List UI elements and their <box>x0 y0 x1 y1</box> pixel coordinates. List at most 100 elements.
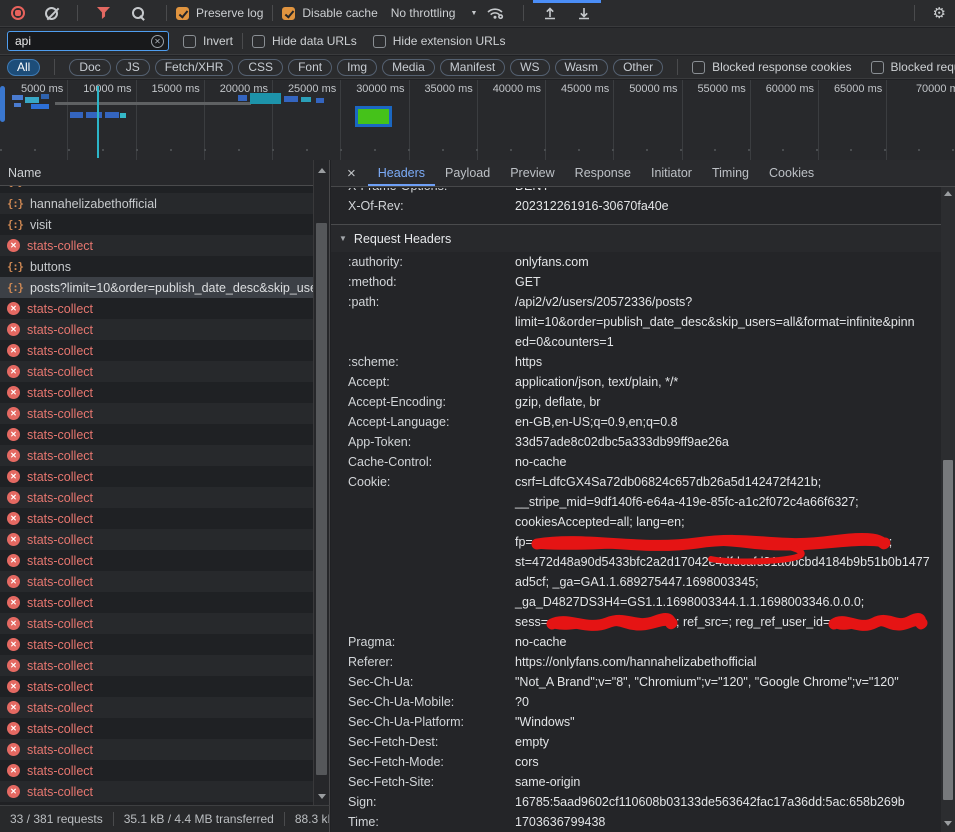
scroll-down-icon[interactable] <box>318 794 326 799</box>
filter-pill-media[interactable]: Media <box>382 59 435 76</box>
scroll-down-icon[interactable] <box>944 821 952 826</box>
preserve-log-checkbox[interactable]: Preserve log <box>176 6 263 20</box>
request-row[interactable]: ✕stats-collect <box>0 697 329 718</box>
invert-checkbox[interactable]: Invert <box>183 34 233 48</box>
tab-initiator[interactable]: Initiator <box>641 160 702 186</box>
filter-input[interactable] <box>7 31 169 51</box>
hide-extension-urls-checkbox[interactable]: Hide extension URLs <box>373 34 506 48</box>
request-list-scrollbar[interactable] <box>313 160 329 805</box>
header-value: https <box>515 352 941 372</box>
scrollbar-thumb[interactable] <box>316 223 327 775</box>
checkbox-unchecked-icon <box>252 35 265 48</box>
request-row[interactable]: {:}init <box>0 186 329 193</box>
filter-pill-ws[interactable]: WS <box>510 59 549 76</box>
request-row[interactable]: {:}buttons <box>0 256 329 277</box>
clear-filter-icon[interactable]: ✕ <box>151 35 164 48</box>
scroll-up-icon[interactable] <box>944 191 952 196</box>
request-row[interactable]: ✕stats-collect <box>0 340 329 361</box>
filter-pill-other[interactable]: Other <box>613 59 663 76</box>
filter-pill-fetch-xhr[interactable]: Fetch/XHR <box>155 59 234 76</box>
header-row: Cache-Control:no-cache <box>331 452 941 472</box>
search-icon[interactable] <box>131 6 146 21</box>
tab-response[interactable]: Response <box>565 160 641 186</box>
close-icon[interactable]: × <box>347 165 356 182</box>
clear-icon[interactable] <box>45 7 58 20</box>
request-row[interactable]: ✕stats-collect <box>0 550 329 571</box>
request-row[interactable]: ✕stats-collect <box>0 445 329 466</box>
request-row[interactable]: ✕stats-collect <box>0 235 329 256</box>
filter-pill-js[interactable]: JS <box>116 59 150 76</box>
preserve-log-label: Preserve log <box>196 6 263 20</box>
timeline-tick-label: 55000 ms <box>697 83 745 95</box>
scroll-up-icon[interactable] <box>318 168 326 173</box>
filter-pill-img[interactable]: Img <box>337 59 377 76</box>
request-row[interactable]: ✕stats-collect <box>0 739 329 760</box>
filter-pill-manifest[interactable]: Manifest <box>440 59 505 76</box>
disable-cache-checkbox[interactable]: Disable cache <box>282 6 377 20</box>
header-name: Cookie: <box>348 472 515 632</box>
request-row[interactable]: ✕stats-collect <box>0 571 329 592</box>
tab-timing[interactable]: Timing <box>702 160 759 186</box>
request-row[interactable]: {:}visit <box>0 214 329 235</box>
request-row[interactable]: ✕stats-collect <box>0 382 329 403</box>
filter-pill-font[interactable]: Font <box>288 59 332 76</box>
request-row[interactable]: ✕stats-collect <box>0 529 329 550</box>
request-row[interactable]: ✕stats-collect <box>0 634 329 655</box>
filter-funnel-icon[interactable] <box>97 7 110 19</box>
header-row: :scheme:https <box>331 352 941 372</box>
error-icon: ✕ <box>7 491 20 504</box>
filter-pill-all[interactable]: All <box>7 59 40 76</box>
request-row[interactable]: ✕stats-collect <box>0 403 329 424</box>
waterfall-bar <box>316 98 324 103</box>
fetch-json-icon: {:} <box>7 198 23 210</box>
request-row[interactable]: ✕stats-collect <box>0 508 329 529</box>
blocked-requests-checkbox[interactable]: Blocked requests <box>871 60 955 74</box>
network-conditions-icon[interactable] <box>486 6 505 20</box>
headers-list: :authority:onlyfans.com:method:GET:path:… <box>331 252 941 832</box>
request-row[interactable]: ✕stats-collect <box>0 319 329 340</box>
request-row[interactable]: ✕stats-collect <box>0 487 329 508</box>
cookie-line: _ga_D4827DS3H4=GS1.1.1698003344.1.1.1698… <box>515 592 941 612</box>
import-har-icon[interactable] <box>542 6 558 20</box>
filter-pill-doc[interactable]: Doc <box>69 59 110 76</box>
request-row[interactable]: ✕stats-collect <box>0 592 329 613</box>
request-name: stats-collect <box>27 302 93 316</box>
request-row[interactable]: ✕stats-collect <box>0 466 329 487</box>
tab-preview[interactable]: Preview <box>500 160 564 186</box>
throttling-select[interactable]: No throttling <box>391 6 456 20</box>
request-row[interactable]: ✕stats-collect <box>0 760 329 781</box>
request-row[interactable]: ✕stats-collect <box>0 613 329 634</box>
details-scrollbar[interactable] <box>941 187 955 832</box>
request-row[interactable]: ✕stats-collect <box>0 676 329 697</box>
timeline-column: 55000 ms <box>683 80 751 160</box>
error-icon: ✕ <box>7 323 20 336</box>
request-row[interactable]: ✕stats-collect <box>0 655 329 676</box>
hide-data-urls-checkbox[interactable]: Hide data URLs <box>252 34 357 48</box>
header-name: Sec-Fetch-Dest: <box>348 732 515 752</box>
export-har-icon[interactable] <box>576 6 592 20</box>
filter-pill-wasm[interactable]: Wasm <box>555 59 609 76</box>
request-row[interactable]: ✕stats-collect <box>0 781 329 802</box>
details-tabs: HeadersPayloadPreviewResponseInitiatorTi… <box>368 160 824 186</box>
request-headers-section-header[interactable]: ▼ Request Headers <box>331 225 941 252</box>
filter-pill-css[interactable]: CSS <box>238 59 283 76</box>
request-row[interactable]: ✕stats-collect <box>0 718 329 739</box>
request-row[interactable]: ✕stats-collect <box>0 424 329 445</box>
network-overview-timeline[interactable]: 5000 ms10000 ms15000 ms20000 ms25000 ms3… <box>0 80 955 160</box>
settings-gear-icon[interactable]: ⚙ <box>933 4 946 22</box>
request-name: stats-collect <box>27 407 93 421</box>
name-column-header[interactable]: Name <box>0 160 329 186</box>
tab-payload[interactable]: Payload <box>435 160 500 186</box>
error-icon: ✕ <box>7 365 20 378</box>
tab-headers[interactable]: Headers <box>368 160 435 186</box>
request-row[interactable]: {:}posts?limit=10&order=publish_date_des… <box>0 277 329 298</box>
record-icon[interactable] <box>11 6 25 20</box>
tab-cookies[interactable]: Cookies <box>759 160 824 186</box>
blocked-response-cookies-checkbox[interactable]: Blocked response cookies <box>692 60 851 74</box>
timeline-tick-label: 70000 ms <box>916 83 955 95</box>
request-row[interactable]: ✕stats-collect <box>0 298 329 319</box>
request-row[interactable]: ✕stats-collect <box>0 361 329 382</box>
scrollbar-thumb[interactable] <box>943 460 953 800</box>
toolbar-divider <box>677 59 678 75</box>
request-row[interactable]: {:}hannahelizabethofficial <box>0 193 329 214</box>
